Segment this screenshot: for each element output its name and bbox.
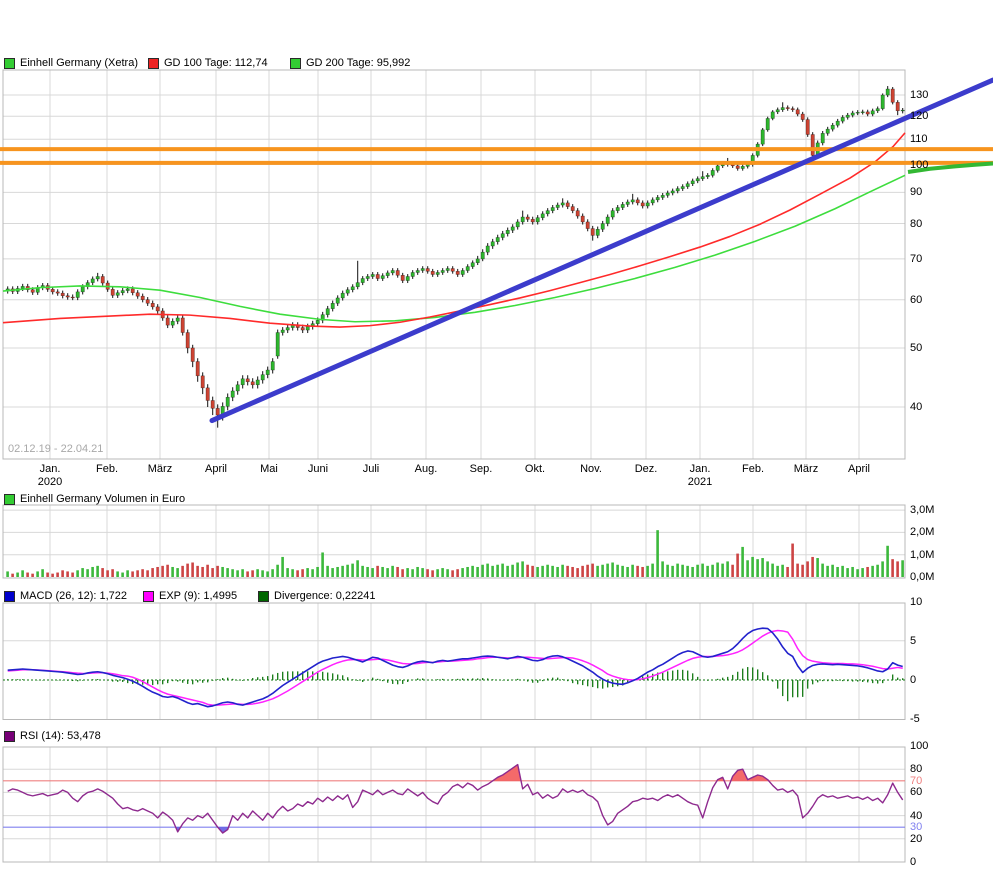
date-range-label: 02.12.19 - 22.04.21 — [8, 443, 104, 455]
divergence-swatch-icon — [258, 590, 269, 602]
legend-item-exp: EXP (9): 1,4995 — [143, 590, 237, 602]
month-axis-label: Nov. — [580, 463, 602, 475]
price-axis-tick-label: 80 — [910, 217, 923, 230]
chart-canvas[interactable] — [0, 0, 993, 874]
exp-legend-label: EXP (9): 1,4995 — [159, 590, 238, 602]
price-axis-tick-label: 40 — [910, 401, 923, 413]
price-series-swatch-icon — [4, 57, 15, 69]
rsi-overbought-fill — [492, 764, 769, 781]
exp-swatch-icon — [143, 590, 154, 602]
price-axis-tick-label: 70 — [910, 252, 923, 265]
volume-pane[interactable] — [2, 504, 906, 579]
rsi-line — [7, 763, 904, 834]
volume-bars — [6, 530, 904, 578]
rsi-axis-tick-label: 20 — [910, 832, 923, 845]
volume-axis-tick-label: 1,0M — [910, 548, 935, 561]
candlestick-series — [5, 86, 905, 428]
volume-swatch-icon — [4, 493, 15, 505]
month-axis-label: Jan. — [689, 463, 711, 475]
price-axis-tick-label: 100 — [910, 158, 929, 171]
rsi-axis-tick-label: 0 — [910, 856, 917, 868]
price-axis-tick-label: 130 — [910, 89, 929, 102]
month-axis-label: April — [847, 463, 871, 475]
month-axis-label: Juli — [362, 463, 380, 475]
volume-axis-tick-label: 3,0M — [910, 504, 935, 517]
price-axis-tick-label: 50 — [910, 341, 923, 354]
stock-chart-application: Einhell Germany (Xetra) GD 100 Tage: 112… — [0, 0, 993, 874]
price-axis-tick-label: 90 — [910, 186, 923, 199]
resistance-lines — [0, 147, 993, 165]
gd200-swatch-icon — [290, 57, 301, 69]
volume-axis-tick-label: 0,0M — [910, 571, 935, 583]
macd-legend-label: MACD (26, 12): 1,722 — [20, 590, 127, 602]
price-pane[interactable] — [0, 69, 993, 460]
divergence-legend-label: Divergence: 0,22241 — [274, 590, 376, 602]
rsi-legend-label: RSI (14): 53,478 — [20, 730, 101, 742]
macd-axis-tick-label: 0 — [910, 674, 917, 686]
legend-item-gd200: GD 200 Tage: 95,992 — [290, 57, 410, 69]
rsi-axis-tick-label: 30 — [910, 821, 923, 834]
gd100-legend-label: GD 100 Tage: 112,74 — [164, 57, 268, 69]
rsi-pane[interactable] — [2, 746, 906, 863]
price-axis-tick-label: 110 — [910, 133, 928, 146]
month-axis-label: Okt. — [524, 463, 546, 475]
month-axis-label: Aug. — [414, 463, 438, 475]
month-axis-label: Sep. — [469, 463, 493, 475]
volume-legend-label: Einhell Germany Volumen in Euro — [20, 493, 186, 505]
rsi-axis-tick-label: 70 — [910, 774, 923, 787]
macd-line — [7, 627, 903, 708]
divergence-histogram — [7, 667, 904, 702]
price-axis-tick-label: 60 — [910, 293, 923, 306]
gd200-legend-label: GD 200 Tage: 95,992 — [306, 57, 411, 69]
year-axis-label: 2021 — [687, 476, 713, 488]
macd-axis-tick-label: 5 — [910, 634, 917, 647]
volume-axis-tick-label: 2,0M — [910, 526, 935, 539]
rsi-axis-tick-label: 80 — [910, 763, 923, 776]
legend-item-volume: Einhell Germany Volumen in Euro — [4, 493, 185, 505]
price-axis-tick-label: 120 — [910, 110, 929, 123]
month-axis-label: Mai — [260, 463, 278, 475]
month-axis-label: März — [147, 463, 173, 475]
month-axis-label: März — [793, 463, 819, 475]
macd-swatch-icon — [4, 590, 15, 602]
legend-item-macd: MACD (26, 12): 1,722 — [4, 590, 127, 602]
macd-axis-tick-label: 10 — [910, 595, 923, 608]
month-axis-label: Dez. — [634, 463, 658, 475]
year-axis-label: 2020 — [37, 476, 63, 488]
rsi-axis-tick-label: 100 — [910, 740, 929, 752]
rsi-swatch-icon — [4, 730, 15, 742]
legend-item-price-series: Einhell Germany (Xetra) — [4, 57, 138, 69]
macd-axis-tick-label: -5 — [910, 713, 920, 726]
gd100-swatch-icon — [148, 57, 159, 69]
rsi-axis-tick-label: 40 — [910, 809, 923, 822]
macd-pane[interactable] — [2, 602, 906, 720]
price-series-legend-label: Einhell Germany (Xetra) — [20, 57, 138, 69]
month-axis-label: Juni — [307, 463, 329, 475]
exp-signal-line — [7, 629, 903, 706]
month-axis-label: Feb. — [95, 463, 119, 475]
legend-item-gd100: GD 100 Tage: 112,74 — [148, 57, 268, 69]
rsi-axis-tick-label: 60 — [910, 786, 923, 799]
month-axis-label: Jan. — [39, 463, 61, 475]
legend-item-rsi: RSI (14): 53,478 — [4, 730, 101, 742]
legend-item-divergence: Divergence: 0,22241 — [258, 590, 376, 602]
trendline — [209, 77, 993, 424]
month-axis-label: April — [204, 463, 228, 475]
month-axis-label: Feb. — [741, 463, 765, 475]
